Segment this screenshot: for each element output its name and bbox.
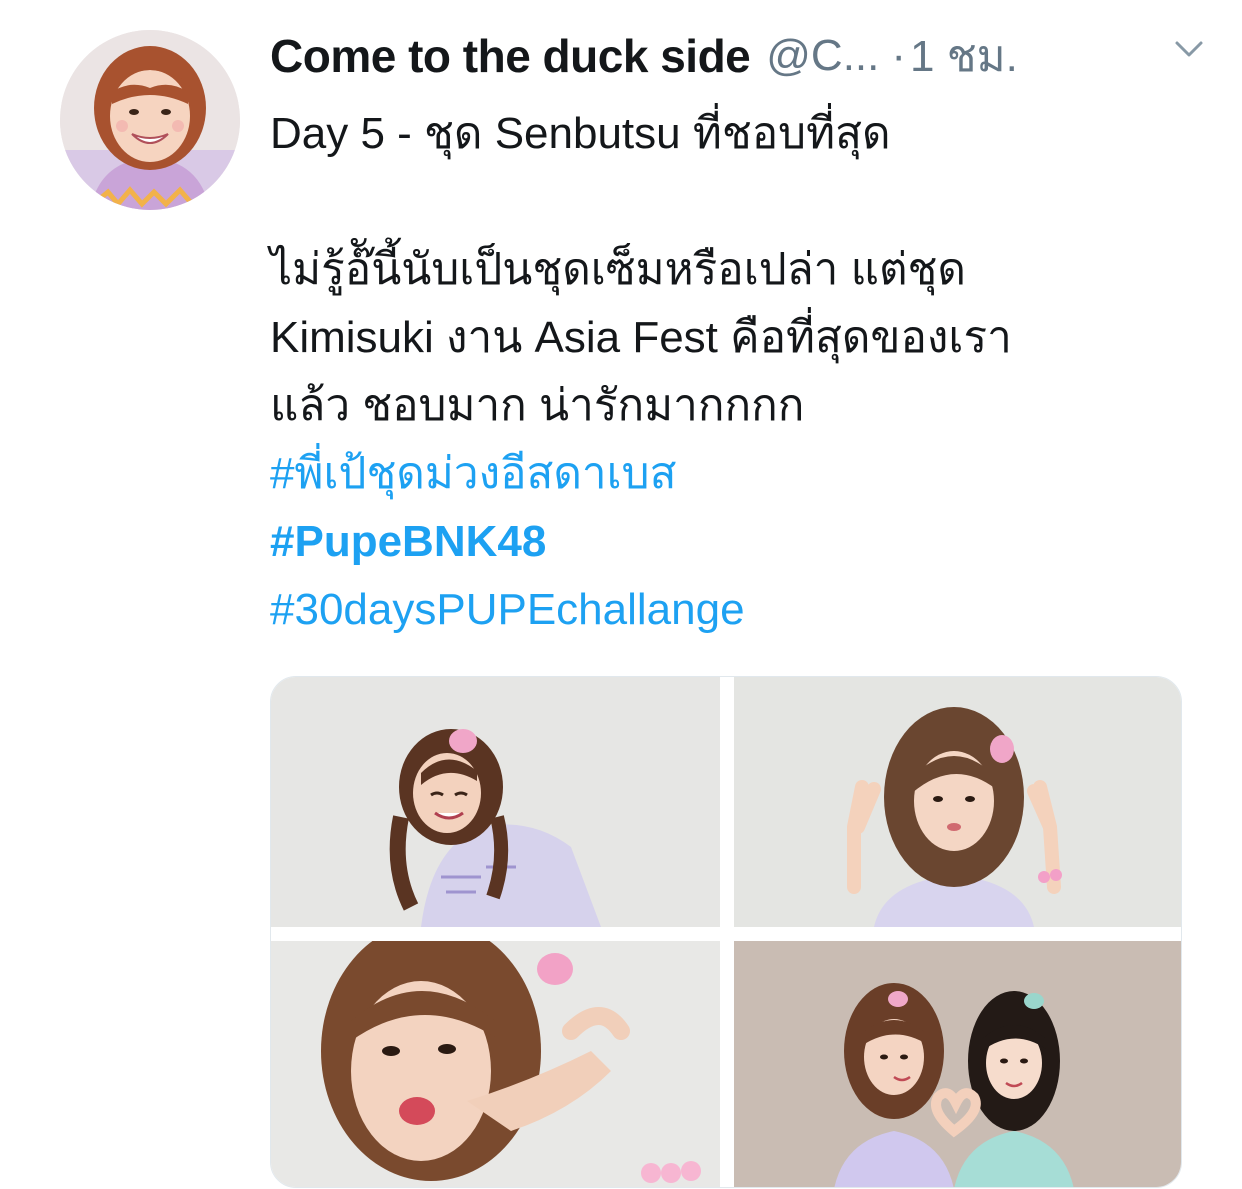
separator-dot: ·	[891, 31, 907, 80]
photo-3[interactable]	[271, 941, 720, 1187]
media-grid	[270, 676, 1182, 1188]
display-name[interactable]: Come to the duck side	[270, 29, 751, 83]
hashtag-link[interactable]: #PupeBNK48	[270, 508, 1170, 576]
user-handle[interactable]: @C...	[766, 31, 879, 81]
chevron-down-icon[interactable]	[1174, 38, 1204, 60]
avatar[interactable]	[60, 30, 240, 210]
tweet-header: Come to the duck side @C... · 1 ชม.	[270, 28, 1200, 84]
tweet-line: ไม่รู้อ๊ันี้นับเป็นชุดเซ็มหรือเปล่า แต่ช…	[270, 245, 966, 294]
photo-2[interactable]	[734, 677, 1181, 927]
photo-1[interactable]	[271, 677, 720, 927]
hashtag-link[interactable]: #พี่เป้ชุดม่วงอีสดาเบส	[270, 440, 1170, 508]
tweet-timestamp[interactable]: 1 ชม.	[910, 21, 1018, 91]
tweet-line: แล้ว ชอบมาก น่ารักมากกกก	[270, 381, 805, 430]
hashtag-link[interactable]: #30daysPUPEchallange	[270, 576, 1170, 644]
tweet-line: Day 5 - ชุด Senbutsu ที่ชอบที่สุด	[270, 109, 891, 158]
tweet-line: Kimisuki งาน Asia Fest คือที่สุดของเรา	[270, 313, 1012, 362]
photo-4[interactable]	[734, 941, 1181, 1187]
tweet-body: Day 5 - ชุด Senbutsu ที่ชอบที่สุด ไม่รู้…	[270, 100, 1170, 644]
